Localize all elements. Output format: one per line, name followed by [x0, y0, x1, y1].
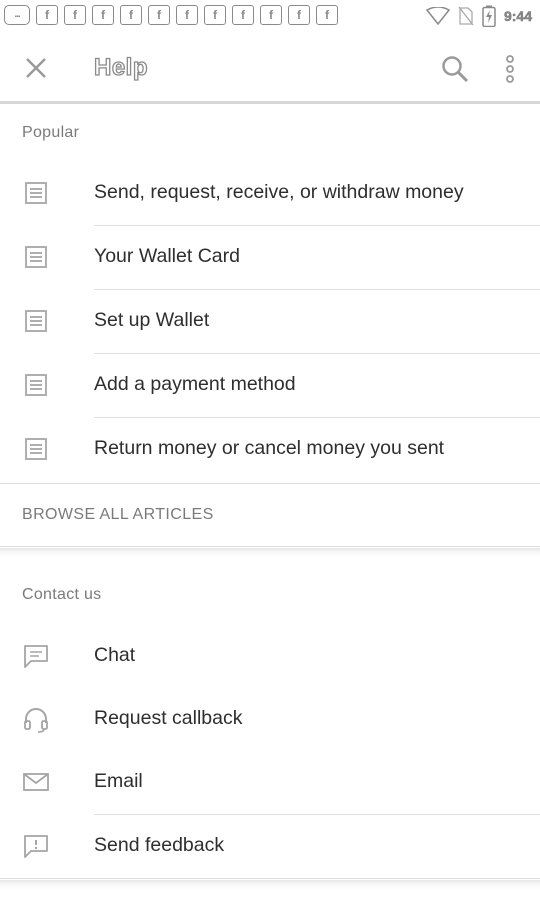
search-icon[interactable]	[440, 54, 470, 84]
facebook-notification-icon: f	[232, 5, 254, 25]
close-icon[interactable]	[22, 54, 50, 82]
no-sim-icon	[458, 6, 474, 26]
wifi-icon	[425, 7, 450, 25]
contact-item-feedback[interactable]: Send feedback	[0, 815, 540, 879]
section-divider	[0, 546, 540, 547]
facebook-notification-icon: f	[36, 5, 58, 25]
browse-all-articles-label: BROWSE ALL ARTICLES	[22, 506, 214, 523]
feedback-icon	[24, 835, 48, 858]
card-gap	[0, 880, 540, 890]
facebook-notification-icon: f	[120, 5, 142, 25]
contact-item-email[interactable]: Email	[0, 751, 540, 815]
article-icon	[25, 246, 47, 268]
app-toolbar: Help	[0, 34, 540, 102]
message-notification-icon: ...	[4, 5, 30, 25]
article-icon	[25, 438, 47, 460]
popular-item-label: Set up Wallet	[94, 309, 210, 331]
status-bar: ... f f f f f f f f f f f 9:44	[0, 0, 540, 30]
facebook-notification-icon: f	[148, 5, 170, 25]
popular-item-label: Add a payment method	[94, 373, 296, 395]
popular-item-label: Send, request, receive, or withdraw mone…	[94, 181, 464, 203]
facebook-notification-icon: f	[260, 5, 282, 25]
section-divider	[0, 878, 540, 879]
popular-item[interactable]: Send, request, receive, or withdraw mone…	[0, 162, 540, 226]
facebook-notification-icon: f	[64, 5, 86, 25]
facebook-notification-icon: f	[204, 5, 226, 25]
battery-icon	[482, 5, 496, 27]
popular-item[interactable]: Return money or cancel money you sent	[0, 418, 540, 482]
toolbar-divider	[0, 101, 540, 104]
facebook-notification-icon: f	[316, 5, 338, 25]
popular-header: Popular	[22, 124, 80, 141]
contact-item-label: Email	[94, 770, 143, 792]
popular-item[interactable]: Set up Wallet	[0, 290, 540, 354]
popular-item[interactable]: Your Wallet Card	[0, 226, 540, 290]
notification-icons: ... f f f f f f f f f f f	[0, 5, 338, 25]
clock: 9:44	[503, 8, 533, 25]
popular-item[interactable]: Add a payment method	[0, 354, 540, 418]
contact-header: Contact us	[22, 586, 102, 603]
article-icon	[25, 182, 47, 204]
facebook-notification-icon: f	[288, 5, 310, 25]
contact-item-label: Send feedback	[94, 834, 225, 856]
email-icon	[23, 773, 49, 791]
facebook-notification-icon: f	[92, 5, 114, 25]
chat-icon	[24, 645, 48, 668]
contact-item-chat[interactable]: Chat	[0, 625, 540, 689]
popular-item-label: Your Wallet Card	[94, 245, 240, 267]
article-icon	[25, 374, 47, 396]
popular-item-label: Return money or cancel money you sent	[94, 437, 445, 459]
article-icon	[25, 310, 47, 332]
contact-item-callback[interactable]: Request callback	[0, 688, 540, 752]
contact-item-label: Request callback	[94, 707, 243, 729]
contact-item-label: Chat	[94, 644, 136, 666]
browse-all-articles-button[interactable]: BROWSE ALL ARTICLES	[0, 486, 540, 546]
card-gap	[0, 548, 540, 558]
section-divider	[0, 483, 540, 484]
page-title: Help	[93, 53, 149, 81]
system-status: 9:44	[425, 5, 533, 27]
more-vert-icon[interactable]	[500, 54, 520, 84]
headset-icon	[24, 708, 48, 733]
facebook-notification-icon: f	[176, 5, 198, 25]
